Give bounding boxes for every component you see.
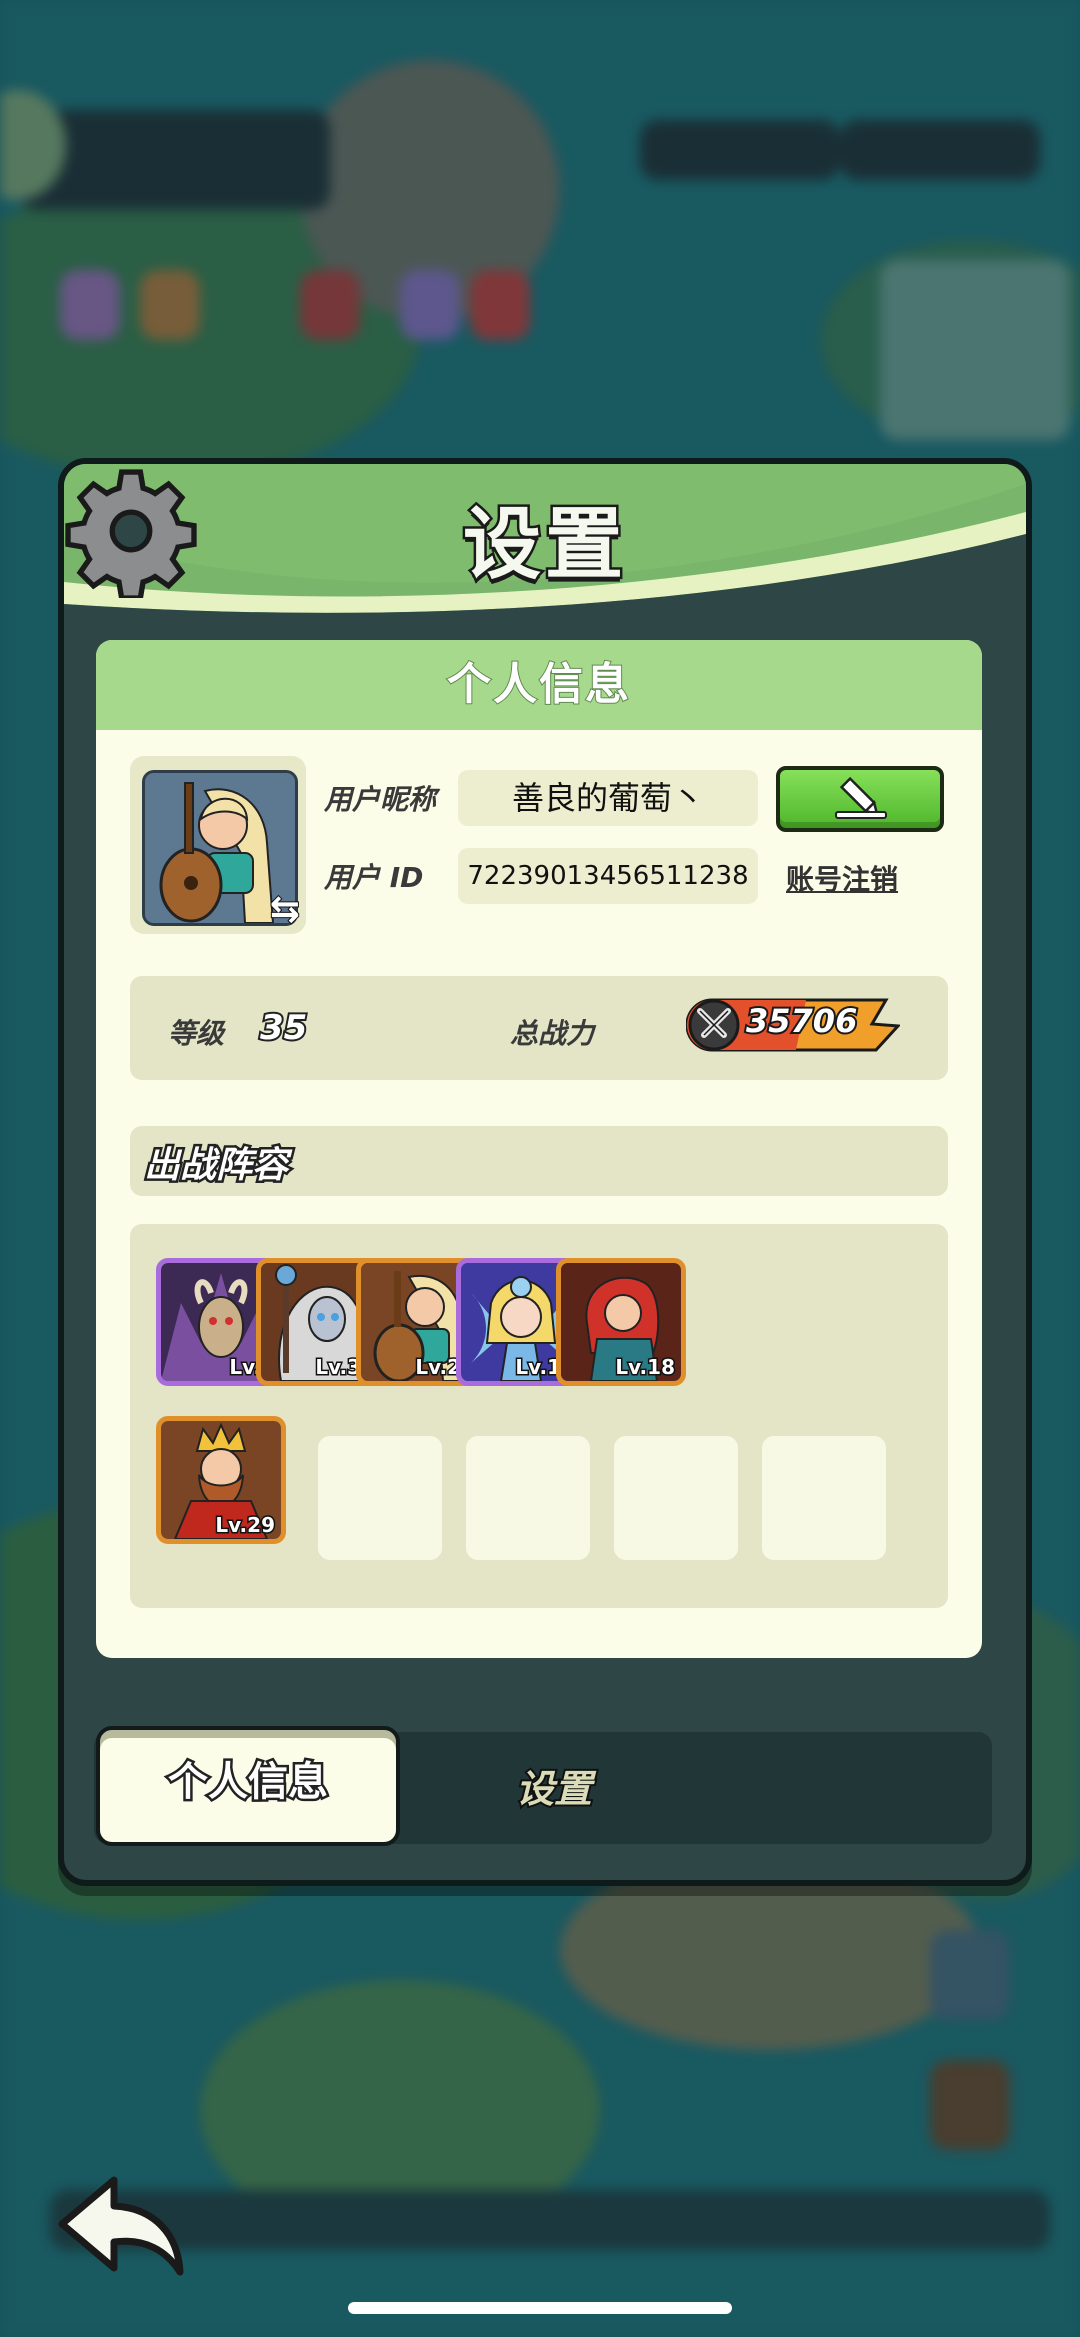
hero-level: Lv.29	[214, 1512, 277, 1539]
user-id-label: 用户 ID	[324, 861, 424, 894]
back-arrow-icon[interactable]	[54, 2172, 194, 2282]
nickname-field: 善良的葡萄丶	[458, 770, 758, 826]
tab-profile[interactable]: 个人信息	[96, 1726, 400, 1846]
power-label: 总战力	[510, 1017, 595, 1050]
modal-header: 设置	[64, 464, 1026, 614]
lineup-title: 出战阵容	[141, 1143, 290, 1189]
cancel-account-link[interactable]: 账号注销	[786, 858, 898, 898]
bottom-tab-bar: 个人信息 设置	[94, 1726, 992, 1846]
nickname-label: 用户昵称	[324, 783, 437, 816]
lineup-grid: Lv.8 Lv.31 Lv.20 Lv.17 Lv.18 Lv.29	[130, 1224, 948, 1608]
level-label: 等级	[168, 1017, 225, 1050]
modal-title: 设置	[460, 498, 627, 593]
profile-panel: 个人信息 ⇆ 用户昵称 善良的葡萄丶 用户 ID 722390134565112…	[96, 640, 982, 1658]
power-badge: 35706	[685, 996, 902, 1054]
level-value: 35	[258, 1006, 309, 1050]
empty-hero-slot[interactable]	[762, 1436, 886, 1560]
stats-row: 等级 35 总战力 35706	[130, 976, 948, 1080]
lineup-header: 出战阵容	[130, 1126, 948, 1196]
pencil-icon	[835, 776, 887, 819]
hero-card-king[interactable]: Lv.29	[156, 1416, 286, 1544]
tab-settings[interactable]: 设置	[454, 1754, 654, 1824]
user-id-field: 72239013456511238	[458, 848, 758, 904]
panel-title: 个人信息	[96, 640, 982, 730]
avatar-button[interactable]: ⇆	[130, 756, 306, 934]
home-indicator	[348, 2302, 732, 2314]
crossed-swords-icon	[697, 1008, 731, 1038]
swap-icon[interactable]: ⇆	[269, 888, 301, 931]
empty-hero-slot[interactable]	[466, 1436, 590, 1560]
empty-hero-slot[interactable]	[614, 1436, 738, 1560]
hero-level: Lv.18	[614, 1354, 677, 1381]
edit-nickname-button[interactable]	[776, 766, 944, 832]
power-value: 35706	[744, 1000, 859, 1042]
settings-modal: 设置 个人信息 ⇆ 用户昵称 善良的葡萄丶 用户 ID 722390134565…	[58, 458, 1032, 1886]
hero-card-red-haired[interactable]: Lv.18	[556, 1258, 686, 1386]
empty-hero-slot[interactable]	[318, 1436, 442, 1560]
